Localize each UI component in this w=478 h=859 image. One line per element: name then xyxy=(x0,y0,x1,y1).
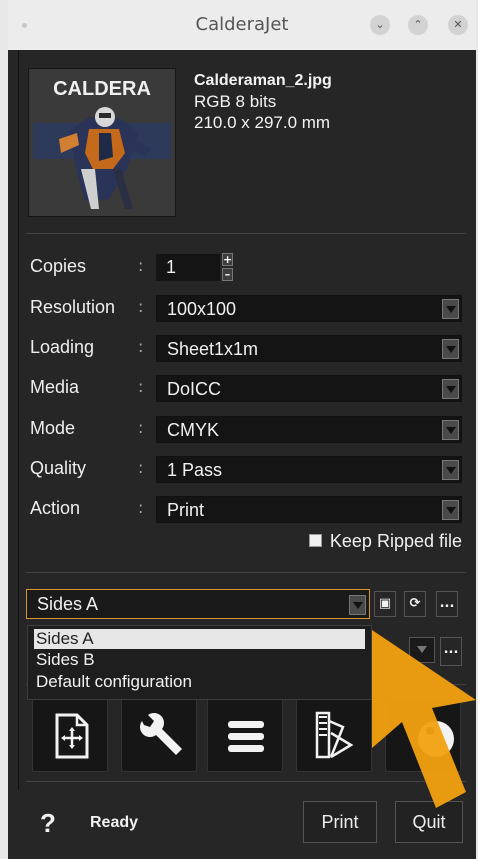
refresh-config-button[interactable]: ⟳ xyxy=(404,591,426,617)
media-value: DoICC xyxy=(167,379,222,399)
swatch-icon xyxy=(315,711,354,759)
help-button[interactable]: ? xyxy=(40,808,56,839)
divider xyxy=(26,781,466,782)
quality-value: 1 Pass xyxy=(167,460,223,480)
file-name: Calderaman_2.jpg xyxy=(194,72,332,89)
keep-ripped-checkbox[interactable] xyxy=(308,533,322,547)
wrench-icon xyxy=(140,713,182,755)
loading-label: Loading xyxy=(30,337,95,357)
file-dimensions: 210.0 x 297.0 mm xyxy=(194,113,331,132)
config-more-button[interactable]: ... xyxy=(436,591,458,617)
mode-label: Mode xyxy=(30,418,76,438)
action-label: Action xyxy=(30,498,81,518)
file-color-mode: RGB 8 bits xyxy=(194,92,277,111)
quit-button[interactable]: Quit xyxy=(395,801,463,843)
copies-input[interactable]: 1 xyxy=(156,254,220,281)
resolution-row: Resolution : 100x100 xyxy=(8,292,476,324)
close-icon: ✕ xyxy=(453,18,463,31)
media-select[interactable]: DoICC xyxy=(156,375,462,402)
decrement-button[interactable]: – xyxy=(222,268,233,281)
print-button[interactable]: Print xyxy=(303,801,377,843)
palette-icon xyxy=(418,721,454,757)
divider xyxy=(26,572,466,573)
resolution-select[interactable]: 100x100 xyxy=(156,295,462,322)
save-config-button[interactable]: ▣ xyxy=(374,591,396,617)
colon: : xyxy=(138,377,144,396)
file-thumbnail: CALDERA xyxy=(28,68,176,217)
dropdown-arrow-icon[interactable] xyxy=(442,420,459,440)
action-select[interactable]: Print xyxy=(156,496,462,523)
thumbnail-logo-text: CALDERA xyxy=(53,78,151,100)
configuration-select[interactable]: Sides A xyxy=(26,589,370,619)
dropdown-option-sides-b[interactable]: Sides B xyxy=(28,649,371,671)
keep-ripped-label: Keep Ripped file xyxy=(329,531,462,551)
settings-button[interactable] xyxy=(121,698,197,772)
colon: : xyxy=(138,256,144,275)
dropdown-arrow-icon[interactable] xyxy=(442,379,459,399)
superhero-thumbnail-image: CALDERA xyxy=(29,69,175,216)
refresh-icon: ⟳ xyxy=(409,596,421,611)
action-value: Print xyxy=(167,500,205,520)
save-icon: ▣ xyxy=(378,596,392,611)
resolution-label: Resolution xyxy=(30,297,116,317)
colon: : xyxy=(138,337,144,356)
copies-row: Copies : 1 + – xyxy=(8,251,476,283)
loading-value: Sheet1x1m xyxy=(167,339,259,359)
quality-row: Quality : 1 Pass xyxy=(8,453,476,485)
colon: : xyxy=(138,498,144,517)
colon: : xyxy=(138,297,144,316)
keep-ripped-file-option[interactable]: Keep Ripped file xyxy=(308,531,462,552)
close-button[interactable]: ✕ xyxy=(448,15,468,35)
minimize-button[interactable]: ⌄ xyxy=(370,15,390,35)
add-page-icon xyxy=(55,713,89,759)
status-text: Ready xyxy=(90,814,139,831)
file-info: Calderaman_2.jpg RGB 8 bits 210.0 x 297.… xyxy=(194,70,332,133)
mode-select[interactable]: CMYK xyxy=(156,416,462,443)
secondary-dropdown-arrow[interactable] xyxy=(409,637,435,663)
quality-select[interactable]: 1 Pass xyxy=(156,456,462,483)
title-bar: CalderaJet ⌄ ⌃ ✕ xyxy=(8,0,476,50)
loading-select[interactable]: Sheet1x1m xyxy=(156,335,462,362)
loading-row: Loading : Sheet1x1m xyxy=(8,332,476,364)
dropdown-option-default-configuration[interactable]: Default configuration xyxy=(28,671,371,693)
dropdown-arrow-icon[interactable] xyxy=(442,299,459,319)
palette-button[interactable] xyxy=(385,698,461,772)
increment-button[interactable]: + xyxy=(222,253,233,266)
media-row: Media : DoICC xyxy=(8,372,476,404)
secondary-more-button[interactable]: ... xyxy=(440,637,462,666)
chevron-down-icon: ⌄ xyxy=(375,18,385,31)
divider xyxy=(26,233,466,234)
configuration-value: Sides A xyxy=(37,594,99,614)
quality-label: Quality xyxy=(30,458,87,478)
calderajet-window: CalderaJet ⌄ ⌃ ✕ CALDERA Calderaman_2.jp… xyxy=(8,0,476,859)
color-swatch-button[interactable] xyxy=(296,698,372,772)
maximize-button[interactable]: ⌃ xyxy=(408,15,428,35)
copies-label: Copies xyxy=(30,256,87,276)
colon: : xyxy=(138,458,144,477)
colon: : xyxy=(138,418,144,437)
queue-list-button[interactable] xyxy=(207,698,283,772)
mode-value: CMYK xyxy=(167,420,220,440)
window-title: CalderaJet xyxy=(195,14,289,35)
dropdown-arrow-icon[interactable] xyxy=(442,339,459,359)
add-page-button[interactable] xyxy=(32,698,108,772)
dropdown-option-sides-a[interactable]: Sides A xyxy=(34,629,365,649)
dropdown-arrow-icon[interactable] xyxy=(349,595,366,615)
copies-stepper: + – xyxy=(222,253,234,283)
list-icon xyxy=(228,721,264,752)
chevron-up-icon: ⌃ xyxy=(413,18,423,31)
resolution-value: 100x100 xyxy=(167,299,237,319)
dropdown-arrow-icon[interactable] xyxy=(442,500,459,520)
configuration-dropdown-list: Sides A Sides B Default configuration xyxy=(27,625,372,700)
dropdown-arrow-icon[interactable] xyxy=(442,460,459,480)
action-row: Action : Print xyxy=(8,493,476,525)
media-label: Media xyxy=(30,377,80,397)
mode-row: Mode : CMYK xyxy=(8,413,476,445)
